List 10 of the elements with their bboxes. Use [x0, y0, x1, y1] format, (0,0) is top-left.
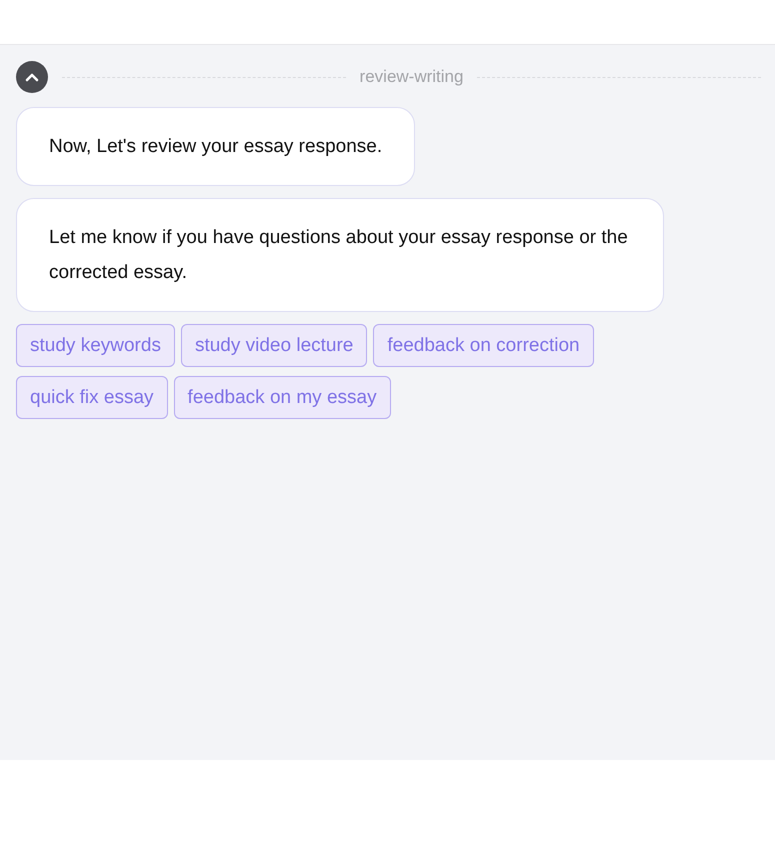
chat-message: Let me know if you have questions about your essay response or the corrected essay. — [16, 198, 664, 312]
chat-message: Now, Let's review your essay response. — [16, 107, 416, 186]
chevron-icon — [25, 72, 39, 82]
suggestion-chip[interactable]: feedback on my essay — [174, 376, 391, 419]
suggestion-chip[interactable]: study keywords — [16, 324, 175, 367]
suggestion-chip[interactable]: quick fix essay — [16, 376, 168, 419]
suggestion-chip[interactable]: feedback on correction — [373, 324, 594, 367]
suggestion-chip[interactable]: study video lecture — [180, 324, 368, 367]
section-title: review-writing — [360, 67, 464, 87]
collapse-button[interactable] — [16, 61, 48, 93]
